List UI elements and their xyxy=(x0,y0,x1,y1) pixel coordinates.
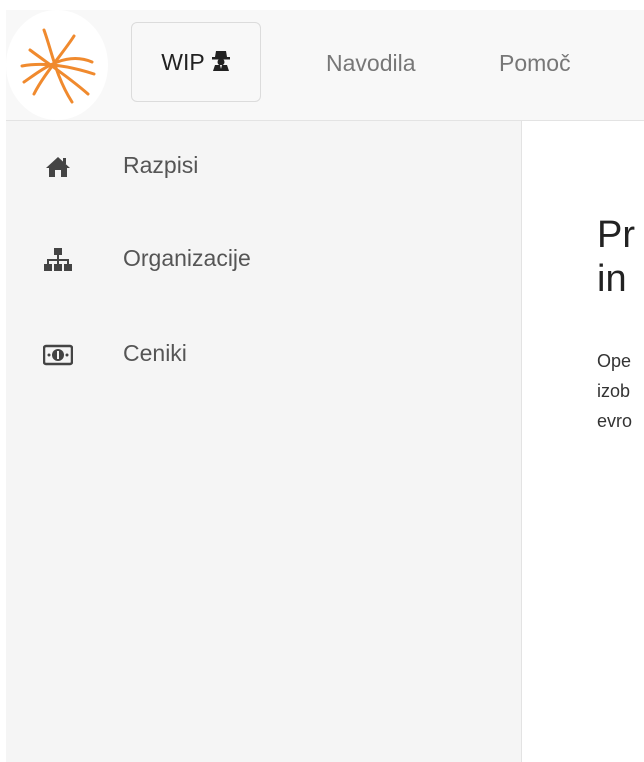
main-content: Pr in Ope izob evro xyxy=(522,121,644,762)
wip-button[interactable]: WIP xyxy=(131,22,261,102)
sidebar: Razpisi Organizacije Ceniki xyxy=(6,121,522,762)
app-frame: WIP Navodila Pomoč Razpisi Organizacije … xyxy=(6,10,644,762)
intro-paragraph-line: izob xyxy=(597,381,631,401)
logo[interactable] xyxy=(6,10,108,120)
sidebar-item-razpisi[interactable]: Razpisi xyxy=(6,142,521,192)
user-secret-icon xyxy=(211,49,231,76)
star-orbit-logo-icon xyxy=(20,28,96,104)
top-navbar: WIP Navodila Pomoč xyxy=(6,10,644,121)
money-icon xyxy=(38,340,78,370)
sidebar-item-label: Ceniki xyxy=(123,340,187,366)
sitemap-icon xyxy=(38,245,78,275)
sidebar-item-label: Razpisi xyxy=(123,152,199,178)
nav-link-navodila[interactable]: Navodila xyxy=(326,50,416,77)
sidebar-item-label: Organizacije xyxy=(123,245,251,271)
page-title-line: in xyxy=(597,258,627,300)
sidebar-item-organizacije[interactable]: Organizacije xyxy=(6,235,521,285)
page-title-line: Pr xyxy=(597,214,635,256)
intro-paragraph-line: evro xyxy=(597,411,633,431)
page-title: Pr in xyxy=(597,213,644,301)
wip-button-label: WIP xyxy=(161,48,205,75)
intro-paragraph: Ope izob evro xyxy=(597,346,644,436)
nav-link-pomoc[interactable]: Pomoč xyxy=(499,50,571,77)
sidebar-item-ceniki[interactable]: Ceniki xyxy=(6,330,521,380)
home-icon xyxy=(38,152,78,182)
intro-paragraph-line: Ope xyxy=(597,351,632,371)
